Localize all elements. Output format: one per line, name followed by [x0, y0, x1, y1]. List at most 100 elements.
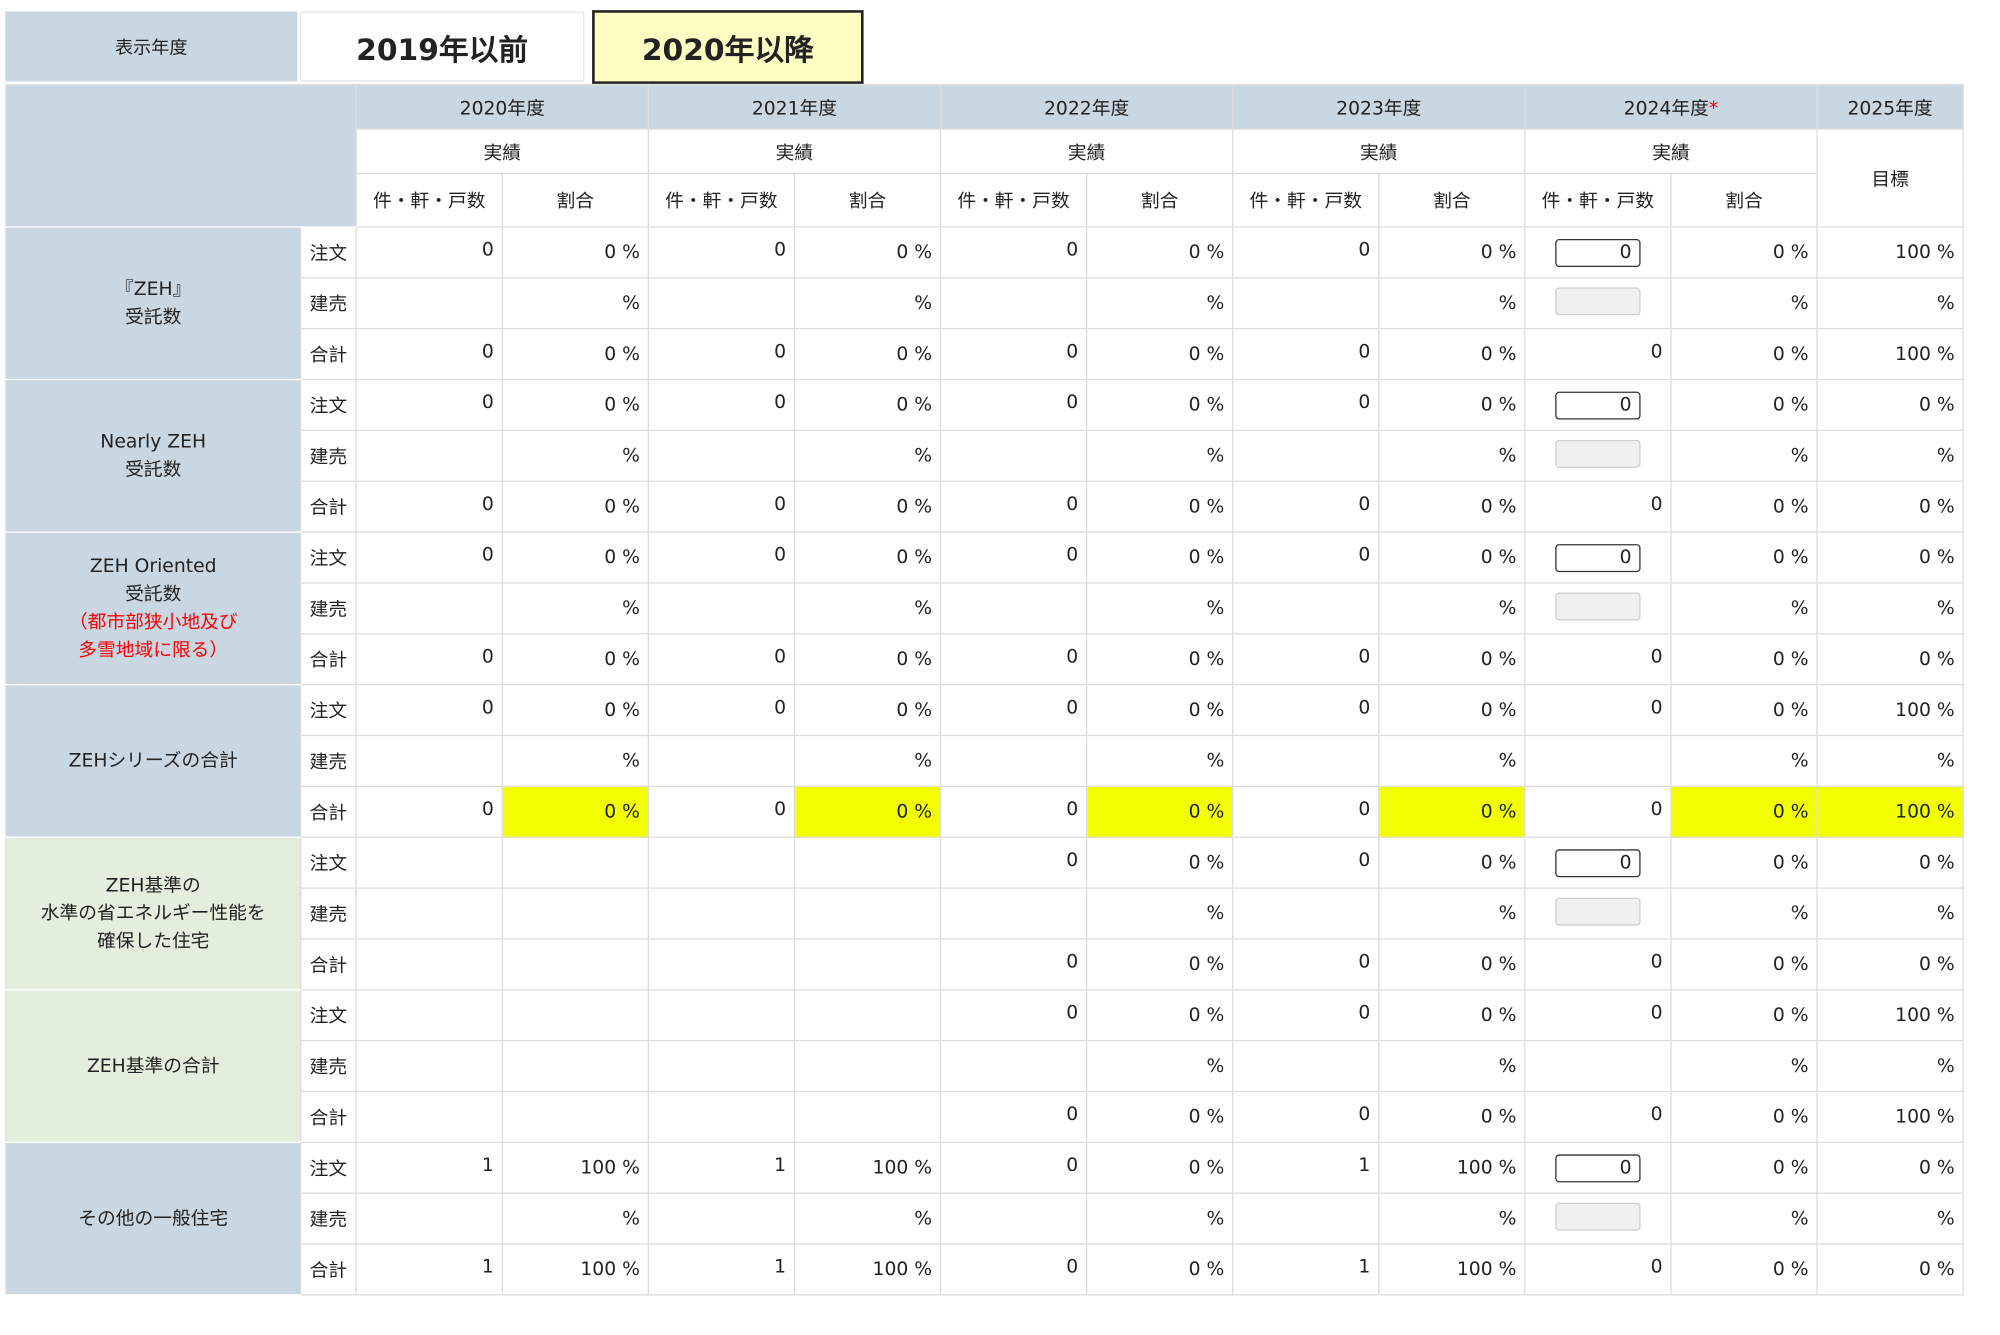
ratio-cell: 100 % — [501, 1243, 649, 1296]
ratio-cell: 0 % — [1670, 684, 1818, 737]
count-input[interactable]: 0 — [1555, 848, 1641, 877]
count-cell — [355, 582, 503, 635]
count-column-header: 件・軒・戸数 — [355, 172, 503, 228]
count-cell — [355, 1040, 503, 1093]
ratio-cell: 0 % — [1085, 480, 1234, 533]
count-column-header: 件・軒・戸数 — [1524, 172, 1672, 228]
table-row: 『ZEH』 受託数 注文 0 0 % 0 0 % 0 0 % 0 0 % 0 0 % 100 % — [5, 226, 1964, 381]
count-cell: 0 — [647, 633, 796, 686]
count-cell: 0 — [939, 1141, 1088, 1194]
year-header: 2020年度 — [355, 83, 649, 130]
target-cell: % — [1816, 582, 1964, 635]
count-cell: 0 — [1232, 531, 1380, 584]
ratio-cell: % — [1085, 582, 1234, 635]
ratio-cell: 0 % — [1670, 1090, 1818, 1143]
count-cell: 0 — [355, 531, 503, 584]
ratio-cell: % — [1670, 1040, 1818, 1093]
ratio-cell: 0 % — [1085, 1090, 1234, 1143]
after-2020-button[interactable]: 2020年以降 — [592, 10, 864, 84]
header-corner — [5, 83, 357, 228]
ratio-cell: 0 % — [1670, 1243, 1818, 1296]
count-input-disabled — [1555, 896, 1641, 925]
count-cell — [647, 989, 796, 1042]
count-input[interactable]: 0 — [1555, 238, 1641, 267]
count-input[interactable]: 0 — [1555, 1153, 1641, 1182]
year-header: 2025年度 — [1816, 83, 1964, 130]
category-line: ZEHシリーズの合計 — [68, 750, 238, 772]
count-cell — [1232, 887, 1380, 940]
year-label: 2023年度 — [1336, 98, 1422, 119]
count-cell: 0 — [647, 378, 796, 432]
category-line: ZEH基準の合計 — [86, 1055, 220, 1077]
count-cell — [1232, 582, 1380, 635]
actual-header: 実績 — [647, 128, 942, 175]
ratio-cell: 0 % — [1670, 226, 1818, 279]
ratio-cell — [793, 938, 942, 991]
ratio-cell: % — [1670, 582, 1818, 635]
ratio-cell: 100 % — [1378, 1141, 1526, 1194]
ratio-cell: 0 % — [793, 378, 942, 432]
ratio-cell: 0 % — [793, 785, 942, 838]
before-2019-button[interactable]: 2019年以前 — [299, 11, 585, 82]
category-label: ZEHシリーズの合計 — [5, 684, 302, 838]
category-label: Nearly ZEH 受託数 — [5, 378, 302, 533]
ratio-cell: 0 % — [1085, 531, 1234, 584]
row-type-label: 合計 — [299, 328, 357, 381]
row-type-label: 建売 — [299, 887, 357, 940]
ratio-cell: 0 % — [1085, 226, 1234, 279]
count-cell: 0 — [939, 480, 1088, 533]
count-input[interactable]: 0 — [1555, 390, 1641, 419]
target-cell: 0 % — [1816, 633, 1964, 686]
ratio-cell: 0 % — [501, 785, 649, 838]
actual-header: 実績 — [939, 128, 1234, 175]
count-cell — [355, 734, 503, 787]
count-cell: 0 — [647, 785, 796, 838]
category-label: その他の一般住宅 — [5, 1141, 302, 1296]
count-cell: 0 — [939, 938, 1088, 991]
ratio-cell: % — [501, 734, 649, 787]
count-input[interactable]: 0 — [1555, 543, 1641, 572]
ratio-cell: % — [1085, 429, 1234, 482]
ratio-cell: 0 % — [793, 328, 942, 381]
count-cell: 0 — [939, 226, 1088, 279]
ratio-cell: % — [1085, 1040, 1234, 1093]
count-cell: 0 — [1232, 836, 1380, 889]
ratio-cell: % — [1378, 1192, 1526, 1245]
ratio-cell: % — [1378, 1040, 1526, 1093]
row-type-label: 注文 — [299, 1141, 357, 1194]
ratio-cell: 0 % — [1085, 684, 1234, 737]
ratio-cell — [501, 989, 649, 1042]
count-cell — [355, 938, 503, 991]
ratio-cell — [501, 938, 649, 991]
count-cell: 0 — [1524, 989, 1672, 1042]
count-cell: 0 — [1232, 1090, 1380, 1143]
zeh-results-table: 2020年度 2021年度 2022年度 2023年度 2024年度* 2025年度 実績実… — [5, 83, 1964, 1296]
ratio-cell: % — [1670, 734, 1818, 787]
count-cell — [355, 429, 503, 482]
ratio-cell: 0 % — [1670, 378, 1818, 432]
target-cell: 100 % — [1816, 226, 1964, 279]
count-cell — [355, 1192, 503, 1245]
ratio-cell: % — [501, 277, 649, 330]
ratio-cell: 0 % — [1378, 531, 1526, 584]
count-cell: 0 — [939, 328, 1088, 381]
target-cell: % — [1816, 277, 1964, 330]
ratio-cell: 0 % — [1085, 1141, 1234, 1194]
target-cell: 0 % — [1816, 378, 1964, 432]
ratio-cell: 100 % — [793, 1243, 942, 1296]
ratio-cell: 0 % — [501, 480, 649, 533]
ratio-cell — [501, 836, 649, 889]
row-type-label: 注文 — [299, 531, 357, 584]
ratio-cell: 0 % — [1670, 1141, 1818, 1194]
category-line: ZEH基準の — [105, 875, 201, 896]
table-row: Nearly ZEH 受託数 注文 0 0 % 0 0 % 0 0 % 0 0 % 0 0 % 0 % — [5, 378, 1964, 533]
count-input-disabled — [1555, 591, 1641, 620]
count-cell — [647, 582, 796, 635]
ratio-cell: 0 % — [1670, 328, 1818, 381]
count-cell: 0 — [939, 633, 1088, 686]
target-cell: 0 % — [1816, 1243, 1964, 1296]
target-cell: 100 % — [1816, 684, 1964, 737]
count-cell — [647, 887, 796, 940]
count-cell — [647, 1192, 796, 1245]
ratio-cell: 100 % — [501, 1141, 649, 1194]
